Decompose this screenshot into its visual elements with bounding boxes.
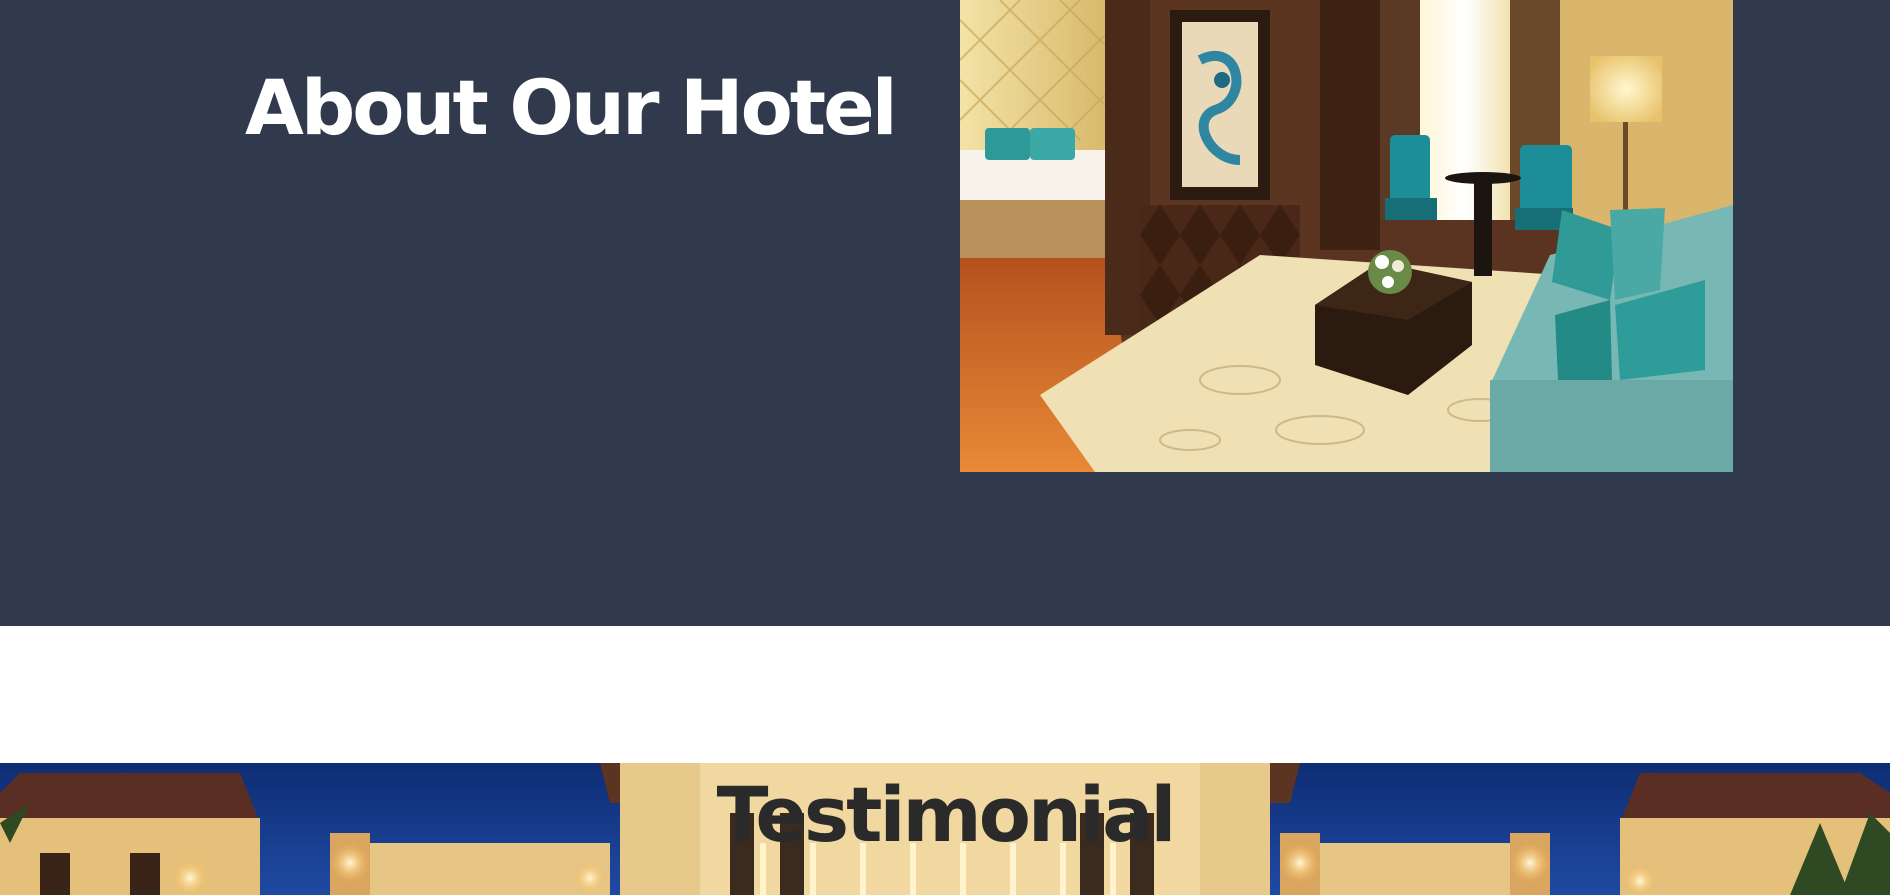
section-spacer [0,626,1890,763]
testimonial-title: Testimonial [716,770,1177,859]
about-section: About Our Hotel [0,0,1890,626]
hotel-room-image [960,0,1733,472]
about-title: About Our Hotel [245,63,898,152]
